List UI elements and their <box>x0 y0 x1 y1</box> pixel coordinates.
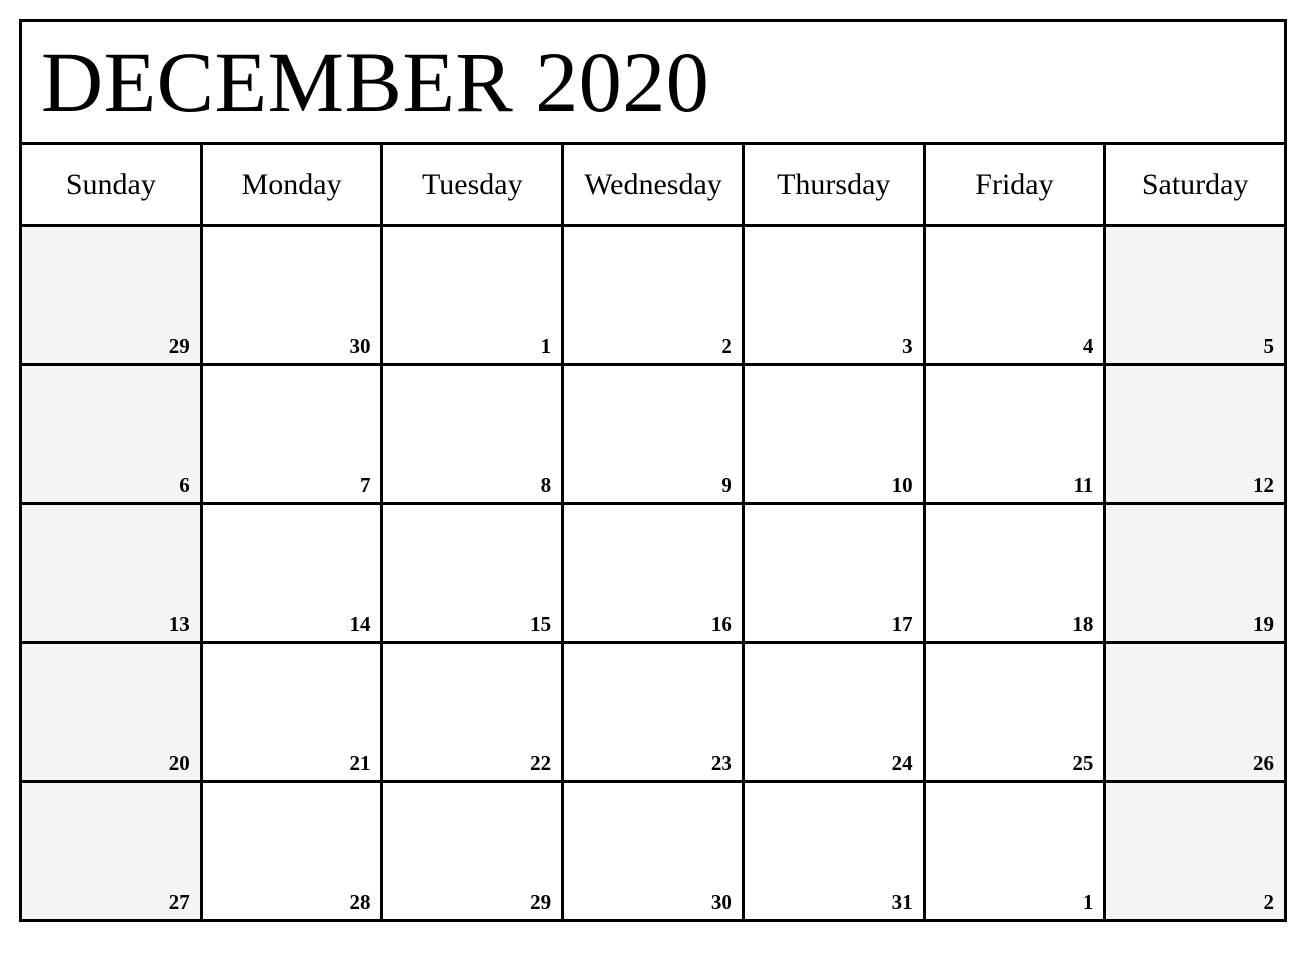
day-number: 16 <box>710 612 732 636</box>
calendar-day-cell[interactable]: 7 <box>202 366 384 502</box>
day-number: 31 <box>891 890 913 914</box>
day-number: 12 <box>1253 473 1275 497</box>
day-number: 11 <box>1073 473 1094 497</box>
calendar-day-cell[interactable]: 10 <box>744 366 926 502</box>
calendar-day-cell[interactable]: 2 <box>1106 783 1285 919</box>
calendar-day-cell[interactable]: 23 <box>564 644 745 780</box>
calendar-day-cell[interactable]: 20 <box>22 644 203 780</box>
day-number: 30 <box>349 334 371 358</box>
calendar-week-row: 20 21 22 23 24 25 26 <box>22 644 1285 783</box>
day-number: 1 <box>540 334 552 358</box>
day-number: 5 <box>1263 334 1275 358</box>
page-title: DECEMBER 2020 <box>41 34 710 130</box>
day-number: 15 <box>530 612 552 636</box>
calendar-week-row: 6 7 8 9 10 11 12 <box>22 366 1285 505</box>
day-number: 14 <box>349 612 371 636</box>
weekday-header-wednesday: Wednesday <box>564 145 745 224</box>
day-number: 6 <box>179 473 190 497</box>
day-number: 17 <box>891 612 913 636</box>
weekday-header-tuesday: Tuesday <box>383 145 565 224</box>
weekday-header-label: Saturday <box>1141 167 1249 201</box>
day-number: 24 <box>891 751 913 775</box>
day-number: 29 <box>168 334 190 358</box>
weekday-header-label: Sunday <box>65 167 156 201</box>
monthly-calendar: DECEMBER 2020 Sunday Monday Tuesday Wednesd… <box>19 19 1287 922</box>
day-number: 3 <box>902 334 913 358</box>
calendar-day-cell[interactable]: 15 <box>383 505 565 641</box>
weekday-header-label: Monday <box>241 167 342 201</box>
weekday-header-saturday: Saturday <box>1106 145 1285 224</box>
calendar-day-cell[interactable]: 11 <box>925 366 1107 502</box>
calendar-day-cell[interactable]: 17 <box>744 505 926 641</box>
day-number: 30 <box>710 890 732 914</box>
calendar-day-cell[interactable]: 29 <box>22 227 203 363</box>
calendar-day-cell[interactable]: 1 <box>925 783 1107 919</box>
calendar-day-cell[interactable]: 4 <box>925 227 1107 363</box>
calendar-day-cell[interactable]: 12 <box>1106 366 1285 502</box>
day-number: 2 <box>721 334 732 358</box>
calendar-day-cell[interactable]: 5 <box>1106 227 1285 363</box>
calendar-day-cell[interactable]: 31 <box>744 783 926 919</box>
day-number: 7 <box>359 473 371 497</box>
weekday-header-friday: Friday <box>925 145 1107 224</box>
calendar-day-cell[interactable]: 27 <box>22 783 203 919</box>
calendar-day-cell[interactable]: 29 <box>383 783 565 919</box>
day-number: 8 <box>540 473 552 497</box>
calendar-day-cell[interactable]: 30 <box>564 783 745 919</box>
weekday-header-label: Thursday <box>777 167 891 201</box>
day-number: 9 <box>721 473 732 497</box>
weekday-header-sunday: Sunday <box>22 145 203 224</box>
calendar-day-cell[interactable]: 1 <box>383 227 565 363</box>
weekday-header-thursday: Thursday <box>744 145 926 224</box>
calendar-weeks-grid: 29 30 1 2 3 4 5 6 7 8 9 10 11 12 13 14 15 16 17 18 19 20 21 22 2… <box>22 227 1285 919</box>
calendar-day-cell[interactable]: 3 <box>744 227 926 363</box>
day-number: 22 <box>530 751 552 775</box>
day-number: 21 <box>349 751 371 775</box>
calendar-title-bar: DECEMBER 2020 <box>22 22 1284 145</box>
calendar-day-cell[interactable]: 6 <box>22 366 203 502</box>
calendar-day-cell[interactable]: 14 <box>202 505 384 641</box>
calendar-day-cell[interactable]: 24 <box>744 644 926 780</box>
day-number: 20 <box>168 751 190 775</box>
calendar-day-cell[interactable]: 22 <box>383 644 565 780</box>
calendar-day-cell[interactable]: 8 <box>383 366 565 502</box>
day-number: 26 <box>1253 751 1275 775</box>
calendar-day-cell[interactable]: 13 <box>22 505 203 641</box>
day-number: 27 <box>168 890 190 914</box>
calendar-day-cell[interactable]: 25 <box>925 644 1107 780</box>
weekday-header-label: Friday <box>975 167 1054 201</box>
calendar-week-row: 13 14 15 16 17 18 19 <box>22 505 1285 644</box>
weekday-header-monday: Monday <box>202 145 384 224</box>
day-number: 4 <box>1082 334 1094 358</box>
day-number: 28 <box>349 890 371 914</box>
calendar-day-cell[interactable]: 21 <box>202 644 384 780</box>
calendar-day-cell[interactable]: 9 <box>564 366 745 502</box>
day-number: 13 <box>168 612 190 636</box>
calendar-day-cell[interactable]: 26 <box>1106 644 1285 780</box>
day-number: 29 <box>530 890 552 914</box>
day-number: 1 <box>1082 890 1094 914</box>
calendar-day-cell[interactable]: 28 <box>202 783 384 919</box>
weekday-header-label: Wednesday <box>584 167 722 201</box>
day-number: 2 <box>1263 890 1275 914</box>
day-number: 25 <box>1072 751 1094 775</box>
day-number: 19 <box>1253 612 1275 636</box>
calendar-day-cell[interactable]: 2 <box>564 227 745 363</box>
weekday-header-label: Tuesday <box>422 167 523 201</box>
calendar-week-row: 29 30 1 2 3 4 5 <box>22 227 1285 366</box>
calendar-day-cell[interactable]: 30 <box>202 227 384 363</box>
day-number: 10 <box>891 473 913 497</box>
calendar-day-cell[interactable]: 16 <box>564 505 745 641</box>
day-number: 18 <box>1072 612 1094 636</box>
calendar-day-cell[interactable]: 18 <box>925 505 1107 641</box>
calendar-day-cell[interactable]: 19 <box>1106 505 1285 641</box>
calendar-week-row: 27 28 29 30 31 1 2 <box>22 783 1285 919</box>
day-number: 23 <box>710 751 732 775</box>
weekday-header-row: Sunday Monday Tuesday Wednesday Thursday Frid… <box>22 145 1285 227</box>
